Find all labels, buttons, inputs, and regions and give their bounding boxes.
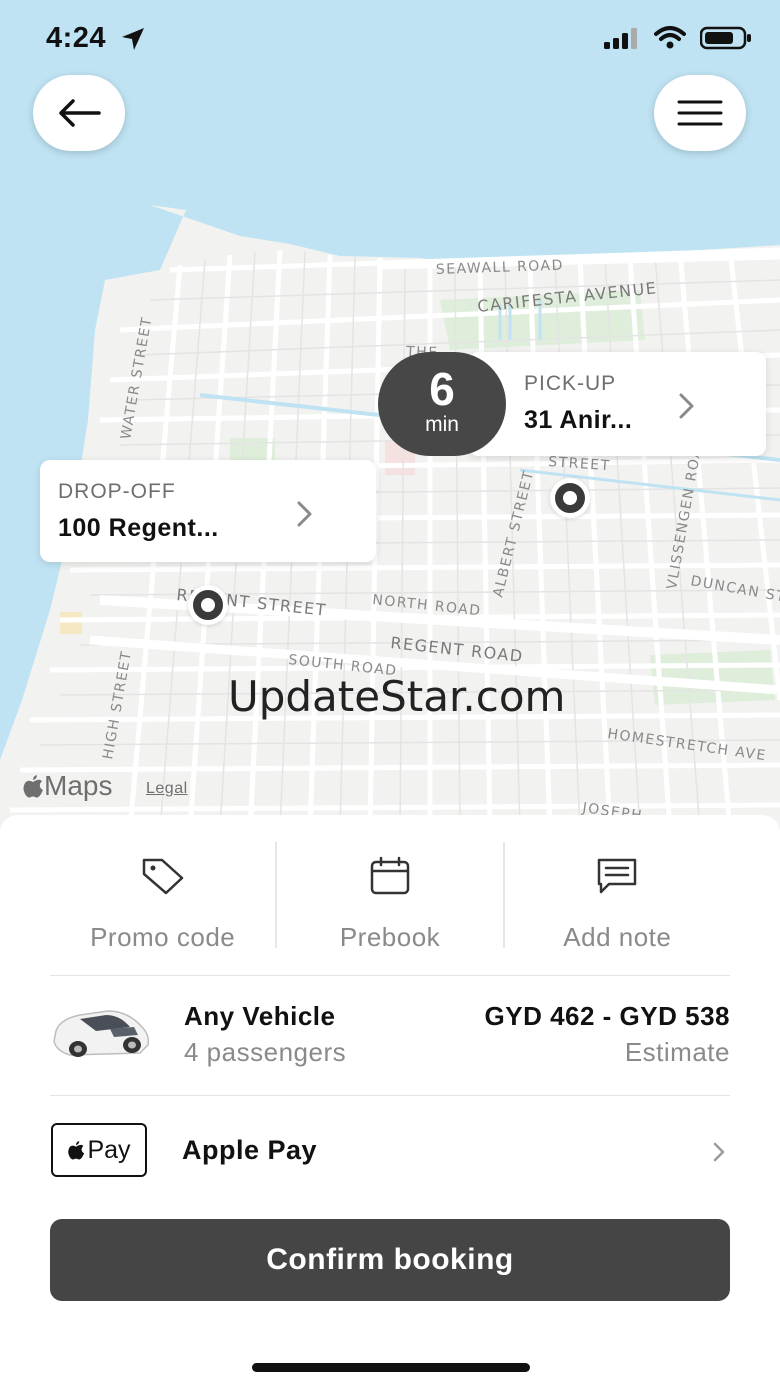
maps-attribution: Maps [22, 770, 112, 802]
booking-sheet: Promo code Prebook Add note Any Vehicle … [0, 815, 780, 1387]
chevron-right-icon [297, 501, 312, 527]
arrow-left-icon [59, 99, 101, 127]
menu-button[interactable] [654, 75, 746, 151]
apple-pay-badge-text: Pay [87, 1135, 131, 1164]
chevron-right-icon [679, 393, 694, 419]
chevron-right-icon [713, 1142, 725, 1162]
vehicle-name: Any Vehicle [184, 1001, 336, 1031]
add-note-button[interactable]: Add note [505, 842, 730, 952]
option-label: Prebook [339, 922, 441, 952]
battery-icon [700, 26, 751, 50]
pickup-card[interactable]: PICK-UP 31 Anir... [468, 352, 766, 456]
apple-pay-badge: Pay [51, 1123, 147, 1177]
dropoff-kicker: DROP-OFF [58, 480, 176, 503]
watermark-text: UpdateStar.com [228, 672, 566, 721]
legal-link[interactable]: Legal [146, 780, 188, 798]
tag-icon [142, 858, 183, 895]
confirm-booking-button[interactable]: Confirm booking [50, 1219, 730, 1301]
payment-method-row[interactable]: Pay Apple Pay [50, 1095, 730, 1205]
dropoff-pin[interactable] [188, 585, 228, 625]
payment-label: Apple Pay [182, 1135, 318, 1165]
fare-estimate: GYD 462 - GYD 538 [484, 1001, 730, 1031]
eta-value: 6 [429, 363, 455, 415]
note-icon [598, 858, 637, 894]
vehicle-row[interactable]: Any Vehicle 4 passengers GYD 462 - GYD 5… [50, 977, 730, 1095]
maps-brand: Maps [44, 770, 113, 801]
divider [50, 975, 730, 976]
back-button[interactable] [33, 75, 125, 151]
map-view[interactable]: SEAWALL ROAD CARIFESTA AVENUE WATER STRE… [0, 0, 780, 830]
dropoff-address: 100 Regent... [58, 514, 219, 542]
location-arrow-icon [122, 28, 144, 50]
wifi-icon [654, 26, 686, 49]
home-indicator[interactable] [252, 1363, 530, 1372]
apple-logo-icon [68, 1141, 85, 1160]
status-time: 4:24 [46, 22, 107, 54]
car-icon [53, 1010, 150, 1057]
pickup-pin[interactable] [550, 478, 590, 518]
apple-logo-icon [23, 775, 43, 798]
vehicle-capacity: 4 passengers [184, 1037, 347, 1067]
hamburger-menu-icon [677, 100, 723, 126]
option-label: Add note [563, 922, 672, 952]
dropoff-card[interactable]: DROP-OFF 100 Regent... [40, 460, 376, 562]
fare-estimate-label: Estimate [624, 1037, 730, 1067]
eta-unit: min [425, 413, 459, 436]
booking-options: Promo code Prebook Add note [50, 842, 730, 952]
pickup-address: 31 Anir... [524, 406, 633, 434]
pickup-kicker: PICK-UP [524, 372, 617, 395]
calendar-icon [370, 856, 410, 895]
prebook-button[interactable]: Prebook [277, 842, 502, 952]
eta-badge[interactable]: 6 min [378, 352, 506, 456]
cellular-signal-icon [604, 28, 637, 49]
status-icons [604, 26, 752, 50]
promo-code-button[interactable]: Promo code [50, 842, 275, 952]
option-label: Promo code [90, 922, 236, 952]
